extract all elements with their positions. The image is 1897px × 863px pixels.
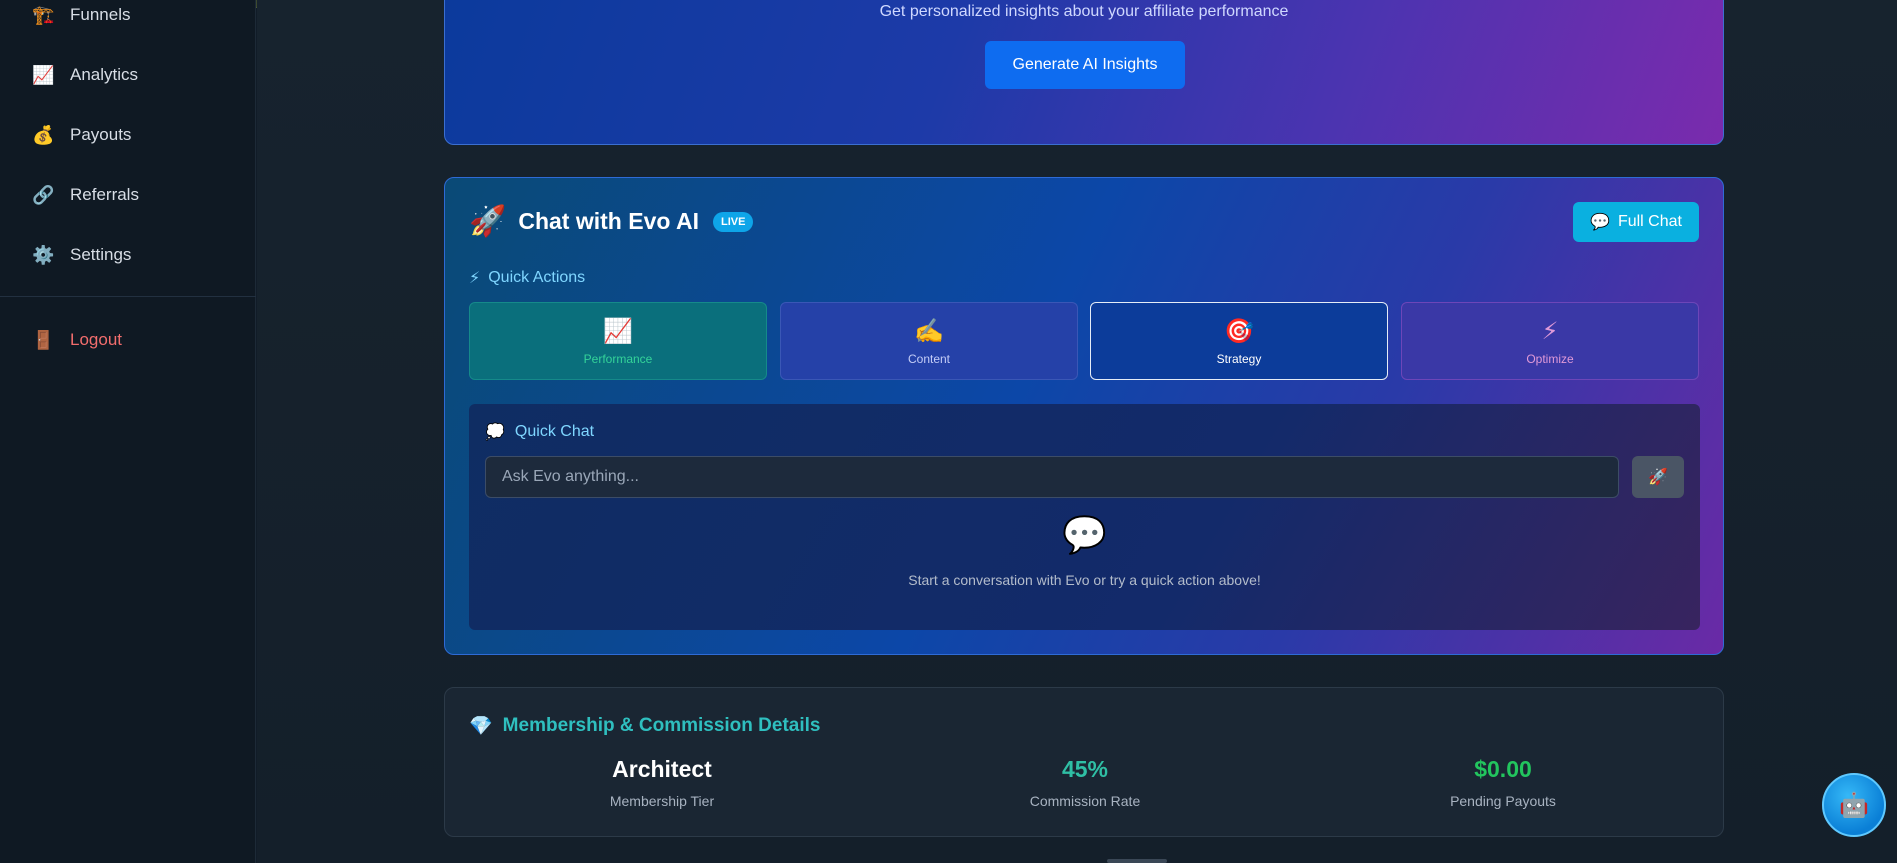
quick-action-label: Content — [907, 351, 951, 366]
sidebar: 🏗️ Funnels 📈 Analytics 💰 Payouts 🔗 Refer… — [0, 0, 256, 863]
empty-state-text: Start a conversation with Evo or try a q… — [908, 572, 1261, 588]
sidebar-item-settings[interactable]: ⚙️ Settings — [32, 240, 131, 270]
robot-icon: 🤖 — [1839, 791, 1869, 819]
writing-hand-icon: ✍️ — [914, 317, 944, 345]
chart-icon: 📈 — [603, 317, 633, 345]
sidebar-item-label: Settings — [70, 245, 132, 264]
chat-title: Chat with Evo AI — [518, 208, 699, 234]
quick-action-strategy[interactable]: 🎯 Strategy — [1090, 302, 1388, 380]
funnel-icon: 🏗️ — [32, 4, 55, 25]
sidebar-item-referrals[interactable]: 🔗 Referrals — [32, 180, 139, 210]
sidebar-item-label: Payouts — [70, 125, 132, 144]
link-icon: 🔗 — [32, 184, 55, 205]
quick-action-performance[interactable]: 📈 Performance — [469, 302, 767, 380]
sidebar-item-payouts[interactable]: 💰 Payouts — [32, 120, 131, 150]
quick-actions-grid: 📈 Performance ✍️ Content 🎯 Strategy ⚡ Op… — [469, 302, 1700, 380]
stat-value: Architect — [612, 756, 712, 782]
quick-chat-label: Quick Chat — [514, 423, 595, 440]
door-icon: 🚪 — [32, 329, 55, 350]
sidebar-item-analytics[interactable]: 📈 Analytics — [32, 60, 138, 90]
thought-bubble-icon: 💭 — [485, 424, 505, 441]
quick-action-label: Strategy — [1216, 351, 1262, 366]
sidebar-item-label: Referrals — [70, 185, 139, 204]
quick-action-optimize[interactable]: ⚡ Optimize — [1401, 302, 1699, 380]
chat-with-evo-card: 🚀 Chat with Evo AI LIVE 💬 Full Chat ⚡ Qu… — [444, 177, 1724, 655]
stat-label: Membership Tier — [609, 793, 715, 809]
quick-action-content[interactable]: ✍️ Content — [780, 302, 1078, 380]
chat-input[interactable] — [485, 456, 1619, 498]
chat-header: 🚀 Chat with Evo AI LIVE — [469, 204, 754, 239]
gear-icon: ⚙️ — [32, 244, 55, 265]
insights-subtitle: Get personalized insights about your aff… — [879, 3, 1289, 20]
chatbot-fab-button[interactable]: 🤖 — [1822, 773, 1886, 837]
sidebar-item-label: Funnels — [70, 5, 131, 24]
money-bag-icon: 💰 — [32, 124, 55, 145]
rocket-icon: 🚀 — [469, 205, 507, 238]
live-badge: LIVE — [712, 211, 754, 232]
quick-actions-label: Quick Actions — [488, 269, 586, 286]
membership-tier-stat: Architect Membership Tier — [512, 756, 812, 809]
chart-icon: 📈 — [32, 64, 55, 85]
membership-card: 💎 Membership & Commission Details Archit… — [444, 687, 1724, 837]
stat-value: 45% — [1061, 756, 1109, 782]
scroll-indicator — [1107, 859, 1167, 863]
send-button[interactable]: 🚀 — [1632, 456, 1684, 498]
gem-icon: 💎 — [469, 716, 493, 737]
quick-actions-heading: ⚡ Quick Actions — [469, 268, 585, 288]
ai-insights-card: Get personalized insights about your aff… — [444, 0, 1724, 145]
pending-payouts-stat: $0.00 Pending Payouts — [1353, 756, 1653, 809]
stat-value: $0.00 — [1474, 756, 1532, 782]
main-content: Get personalized insights about your aff… — [257, 0, 1897, 863]
membership-title: Membership & Commission Details — [502, 715, 821, 736]
quick-action-label: Performance — [583, 351, 653, 366]
target-icon: 🎯 — [1224, 317, 1254, 345]
speech-bubble-icon: 💬 — [1590, 214, 1610, 231]
rocket-icon: 🚀 — [1648, 469, 1668, 486]
sidebar-item-funnels[interactable]: 🏗️ Funnels — [32, 0, 130, 30]
quick-action-label: Optimize — [1526, 351, 1574, 366]
logout-button[interactable]: 🚪 Logout — [32, 325, 122, 355]
quick-chat-heading: 💭 Quick Chat — [485, 422, 594, 442]
stat-label: Commission Rate — [1029, 793, 1141, 809]
membership-heading: 💎 Membership & Commission Details — [469, 714, 820, 738]
lightning-icon: ⚡ — [1541, 317, 1559, 345]
generate-ai-insights-button[interactable]: Generate AI Insights — [985, 41, 1185, 89]
lightning-icon: ⚡ — [469, 270, 481, 287]
full-chat-label: Full Chat — [1617, 213, 1682, 230]
full-chat-button[interactable]: 💬 Full Chat — [1573, 202, 1699, 242]
logout-label: Logout — [70, 330, 122, 349]
quick-chat-panel: 💭 Quick Chat 🚀 💬 Start a conversation wi… — [469, 404, 1700, 630]
commission-rate-stat: 45% Commission Rate — [935, 756, 1235, 809]
sidebar-divider — [0, 296, 256, 297]
speech-bubble-icon: 💬 — [1062, 514, 1107, 555]
stat-label: Pending Payouts — [1450, 793, 1556, 809]
sidebar-item-label: Analytics — [70, 65, 139, 84]
